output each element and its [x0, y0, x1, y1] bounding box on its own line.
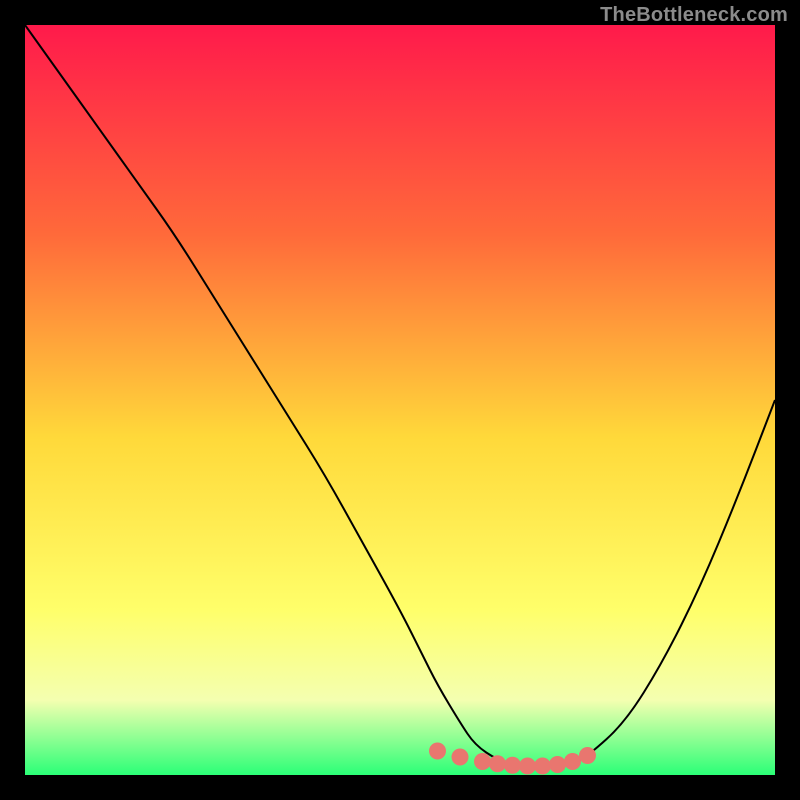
marker-dot	[489, 755, 506, 772]
marker-dot	[452, 749, 469, 766]
plot-svg	[25, 25, 775, 775]
plot-area	[25, 25, 775, 775]
watermark-text: TheBottleneck.com	[600, 4, 788, 27]
marker-dot	[534, 758, 551, 775]
chart-stage: TheBottleneck.com	[0, 0, 800, 800]
marker-dot	[504, 757, 521, 774]
marker-dot	[579, 747, 596, 764]
marker-dot	[549, 756, 566, 773]
marker-dot	[564, 753, 581, 770]
marker-dot	[519, 758, 536, 775]
marker-dot	[429, 743, 446, 760]
marker-dot	[474, 753, 491, 770]
